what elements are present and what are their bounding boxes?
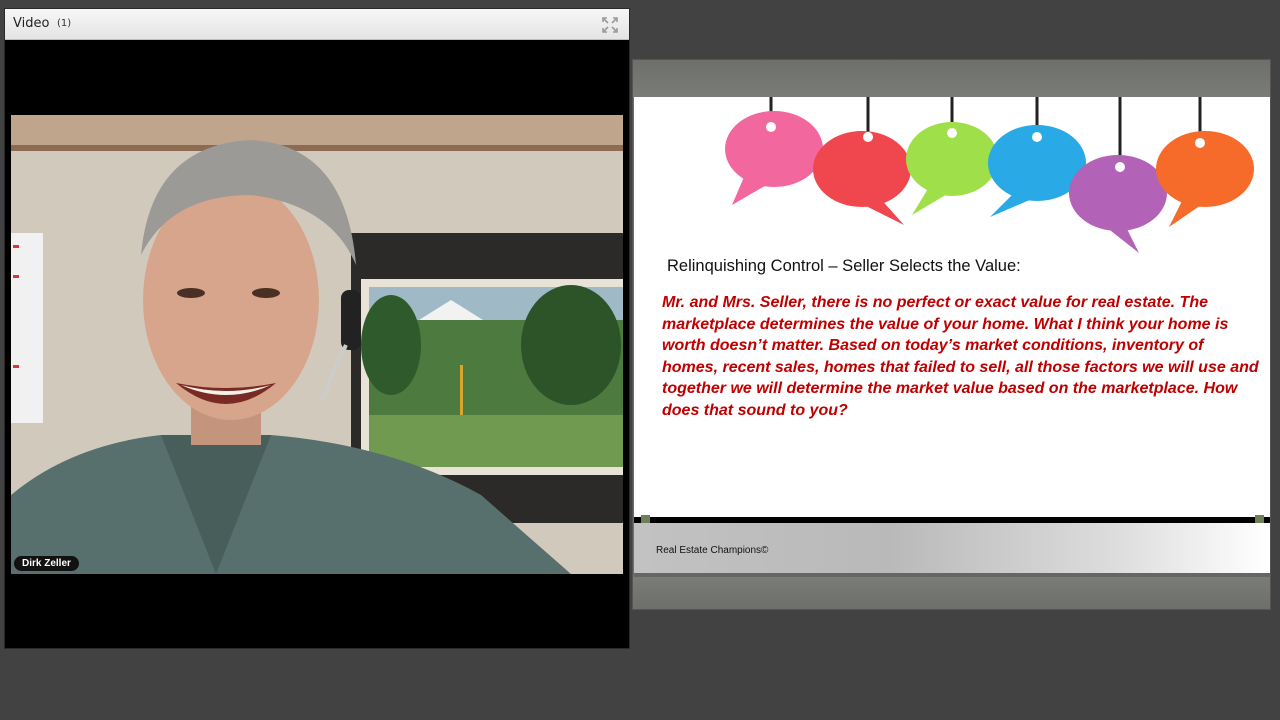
slide-footer-text: Real Estate Champions© bbox=[656, 545, 769, 556]
balloon-orange bbox=[1156, 131, 1254, 207]
slide-bottom-band bbox=[633, 577, 1270, 609]
speech-balloons-image bbox=[725, 97, 1254, 253]
presentation-slide-pod: Relinquishing Control – Seller Selects t… bbox=[632, 59, 1271, 610]
presenter-video-image bbox=[11, 115, 623, 574]
participant-name-tag: Dirk Zeller bbox=[14, 556, 79, 571]
video-pod-title: Video bbox=[13, 16, 50, 31]
slide-content: Relinquishing Control – Seller Selects t… bbox=[634, 97, 1270, 519]
webcam-video-feed[interactable] bbox=[11, 115, 623, 574]
video-participant-count: (1) bbox=[57, 18, 72, 29]
video-pod: Video (1) Dirk Zeller bbox=[4, 8, 630, 649]
video-pod-header: Video (1) bbox=[5, 9, 629, 40]
slide-heading: Relinquishing Control – Seller Selects t… bbox=[667, 257, 1021, 275]
slide-footer: Real Estate Champions© bbox=[634, 523, 1270, 573]
fullscreen-icon[interactable] bbox=[601, 16, 619, 34]
balloon-pink bbox=[725, 111, 823, 187]
slide-body-text: Mr. and Mrs. Seller, there is no perfect… bbox=[662, 294, 1259, 419]
balloon-red bbox=[813, 131, 911, 207]
slide-top-band bbox=[633, 60, 1270, 97]
